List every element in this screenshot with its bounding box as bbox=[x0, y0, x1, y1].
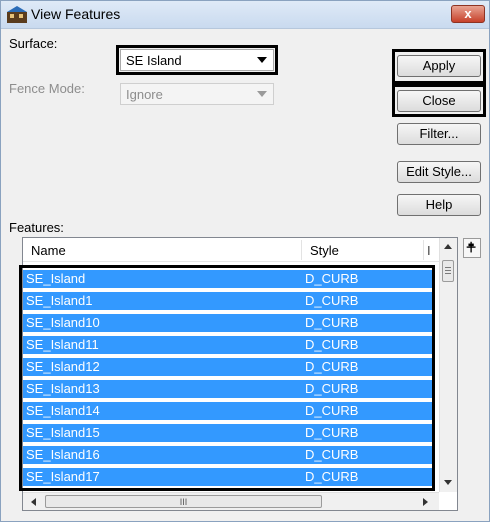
apply-button[interactable]: Apply bbox=[397, 55, 481, 77]
surface-label: Surface: bbox=[9, 36, 58, 51]
chevron-down-icon bbox=[257, 91, 267, 97]
list-header: Name Style I bbox=[23, 238, 439, 262]
scroll-right-icon[interactable] bbox=[423, 498, 428, 506]
scroll-down-icon[interactable] bbox=[444, 480, 452, 485]
fence-mode-value: Ignore bbox=[126, 87, 163, 102]
pin-button[interactable] bbox=[463, 238, 481, 258]
scroll-up-icon[interactable] bbox=[444, 244, 452, 249]
column-header-style[interactable]: Style bbox=[310, 243, 339, 258]
chevron-down-icon bbox=[257, 57, 267, 63]
selection-highlight bbox=[19, 265, 435, 491]
help-button[interactable]: Help bbox=[397, 194, 481, 216]
surface-value: SE Island bbox=[126, 53, 182, 68]
pin-icon bbox=[466, 241, 476, 253]
view-features-dialog: View Features x Surface: SE Island Fence… bbox=[0, 0, 490, 522]
horizontal-scroll-thumb[interactable]: III bbox=[45, 495, 322, 508]
surface-select[interactable]: SE Island bbox=[120, 49, 274, 71]
title-bar[interactable]: View Features x bbox=[1, 1, 489, 29]
fence-mode-select: Ignore bbox=[120, 83, 274, 105]
scroll-left-icon[interactable] bbox=[31, 498, 36, 506]
horizontal-scrollbar[interactable]: III bbox=[23, 492, 439, 510]
column-header-name[interactable]: Name bbox=[31, 243, 66, 258]
close-window-button[interactable]: x bbox=[451, 5, 485, 23]
edit-style-button[interactable]: Edit Style... bbox=[397, 161, 481, 183]
column-header-extra[interactable]: I bbox=[427, 243, 431, 258]
features-label: Features: bbox=[9, 220, 64, 235]
close-button[interactable]: Close bbox=[397, 90, 481, 112]
filter-button[interactable]: Filter... bbox=[397, 123, 481, 145]
vertical-scroll-thumb[interactable] bbox=[442, 260, 454, 282]
app-icon bbox=[7, 6, 27, 23]
fence-mode-label: Fence Mode: bbox=[9, 81, 85, 96]
window-title: View Features bbox=[31, 6, 121, 22]
vertical-scrollbar[interactable] bbox=[439, 238, 457, 492]
